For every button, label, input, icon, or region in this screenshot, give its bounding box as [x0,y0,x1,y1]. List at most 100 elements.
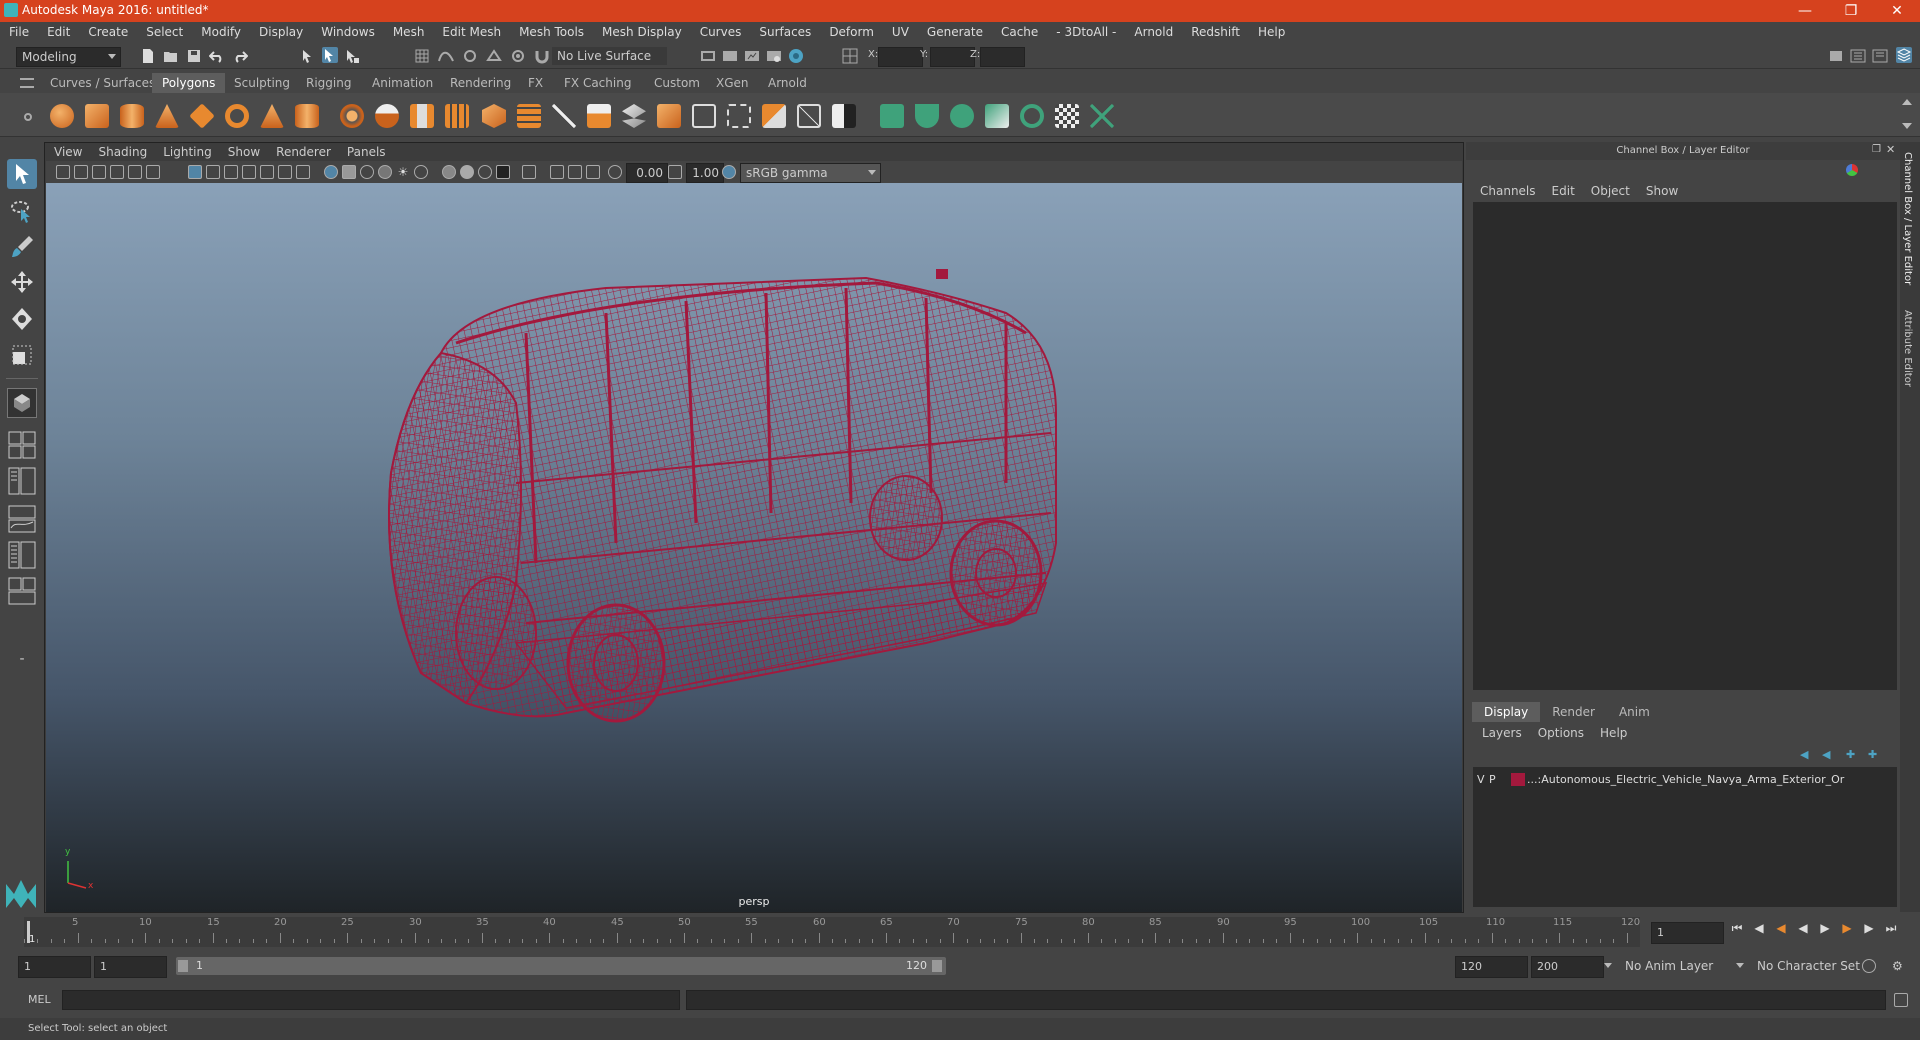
menu-generate[interactable]: Generate [918,22,992,43]
extrude-icon[interactable] [587,104,611,128]
restore-button[interactable]: ❐ [1828,0,1874,22]
screen-space-ao-icon[interactable] [442,165,456,179]
shelf-tab-rigging[interactable]: Rigging [296,73,361,93]
xray-components-icon[interactable] [586,165,600,179]
y-field[interactable] [930,47,975,67]
xray-joints-icon[interactable] [568,165,582,179]
layer-row[interactable]: V P ...:Autonomous_Electric_Vehicle_Navy… [1473,771,1897,789]
menu-mesh[interactable]: Mesh [384,22,434,43]
animation-preferences-icon[interactable]: ⚙ [1892,959,1906,973]
live-surface-field[interactable]: No Live Surface [552,47,667,65]
shelf-tab-polygons[interactable]: Polygons [152,73,226,93]
new-scene-icon[interactable] [140,48,156,64]
layer-playback-toggle[interactable]: P [1489,773,1496,786]
poly-cone-icon[interactable] [155,104,179,128]
perspective-graph-layout-button[interactable] [7,504,37,534]
perspective-outliner-vertical-layout-button[interactable] [7,540,37,570]
ipr-render-icon[interactable] [744,48,760,64]
shelf-tab-xgen[interactable]: XGen [706,73,759,93]
select-object-icon[interactable] [322,47,338,63]
four-view-layout-button[interactable] [7,430,37,460]
go-to-start-icon[interactable]: ⏮ [1730,921,1744,935]
uv-planar-icon[interactable] [880,104,904,128]
move-tool-button[interactable] [7,268,37,298]
playback-end-field[interactable]: 120 [1455,956,1528,978]
wireframe-on-shaded-icon[interactable] [360,165,374,179]
gamma-field[interactable]: 1.00 [686,163,724,183]
uv-cylindrical-icon[interactable] [915,104,939,128]
grid-toggle-icon[interactable] [188,165,202,179]
uv-spherical-icon[interactable] [950,104,974,128]
menu-file[interactable]: File [0,22,38,43]
menu-curves[interactable]: Curves [691,22,751,43]
snap-point-icon[interactable] [462,48,478,64]
perspective-outliner-layout-button[interactable] [7,466,37,496]
camera-attributes-icon[interactable] [74,165,88,179]
select-component-icon[interactable] [344,48,360,64]
xray-icon[interactable] [550,165,564,179]
anti-aliasing-icon[interactable] [478,165,492,179]
safe-title-icon[interactable] [296,165,310,179]
step-back-key-icon[interactable]: ◀ [1774,921,1788,935]
channels-show-menu[interactable]: Show [1646,184,1678,198]
open-scene-icon[interactable] [163,48,179,64]
play-forwards-icon[interactable]: ▶ [1818,921,1832,935]
combine-icon[interactable] [340,104,364,128]
menu-mesh-tools[interactable]: Mesh Tools [510,22,593,43]
menu-mesh-display[interactable]: Mesh Display [593,22,691,43]
menu-windows[interactable]: Windows [312,22,384,43]
channel-box-toggle-icon[interactable] [1896,47,1912,63]
bridge-icon[interactable] [622,104,646,128]
shadows-icon[interactable] [414,165,428,179]
isolate-select-icon[interactable] [522,165,536,179]
menu-modify[interactable]: Modify [192,22,250,43]
layer-tab-display[interactable]: Display [1472,702,1541,722]
playback-start-field[interactable]: 1 [94,956,167,978]
scale-tool-button[interactable] [7,340,37,370]
panel-menu-show[interactable]: Show [228,145,260,159]
go-to-end-icon[interactable]: ⏭ [1884,921,1898,935]
script-editor-icon[interactable] [1894,993,1908,1007]
snap-live-icon[interactable] [510,48,526,64]
layer-visibility-toggle[interactable]: V [1477,773,1485,786]
menu-help[interactable]: Help [1249,22,1294,43]
shelf-menu-icon[interactable] [20,78,34,88]
smooth-icon[interactable] [445,104,469,128]
panel-menu-view[interactable]: View [54,145,82,159]
lasso-tool-button[interactable] [7,196,37,226]
attribute-editor-toggle-icon[interactable] [1850,48,1866,64]
step-forward-key-icon[interactable]: ▶ [1840,921,1854,935]
uv-automatic-icon[interactable] [985,104,1009,128]
wireframe-shading-icon[interactable] [324,165,338,179]
layers-options-menu[interactable]: Options [1538,726,1584,740]
close-button[interactable]: ✕ [1874,0,1920,22]
rotate-tool-button[interactable] [7,304,37,334]
custom-layout-button[interactable]: - [7,644,37,674]
side-tab-attribute-editor[interactable]: Attribute Editor [1902,310,1913,387]
paint-select-tool-button[interactable] [7,232,37,262]
exposure-field[interactable]: 0.00 [626,163,668,183]
minimize-button[interactable]: — [1782,0,1828,22]
step-back-frame-icon[interactable]: ◀​ [1752,921,1766,935]
panel-menu-lighting[interactable]: Lighting [163,145,212,159]
hypershade-icon[interactable] [788,48,804,64]
poly-cylinder-icon[interactable] [120,104,144,128]
field-chart-icon[interactable] [260,165,274,179]
menu-redshift[interactable]: Redshift [1182,22,1249,43]
channels-menu[interactable]: Channels [1480,184,1536,198]
select-tool-button[interactable] [7,159,37,189]
textured-icon[interactable] [378,165,392,179]
motion-blur-icon[interactable] [460,165,474,179]
command-input[interactable] [62,990,680,1010]
range-start-handle[interactable] [178,960,188,972]
sidebar-toggle-icon[interactable] [842,48,858,64]
two-d-pan-zoom-icon[interactable] [128,165,142,179]
layer-tab-render[interactable]: Render [1540,702,1607,722]
menu-select[interactable]: Select [137,22,192,43]
shelf-tab-fx[interactable]: FX [518,73,553,93]
modeling-toolkit-icon[interactable] [1828,48,1844,64]
range-end-handle[interactable] [932,960,942,972]
resolution-gate-icon[interactable] [224,165,238,179]
layer-name[interactable]: ...:Autonomous_Electric_Vehicle_Navya_Ar… [1527,773,1844,786]
shelf-tab-fx-caching[interactable]: FX Caching [554,73,641,93]
